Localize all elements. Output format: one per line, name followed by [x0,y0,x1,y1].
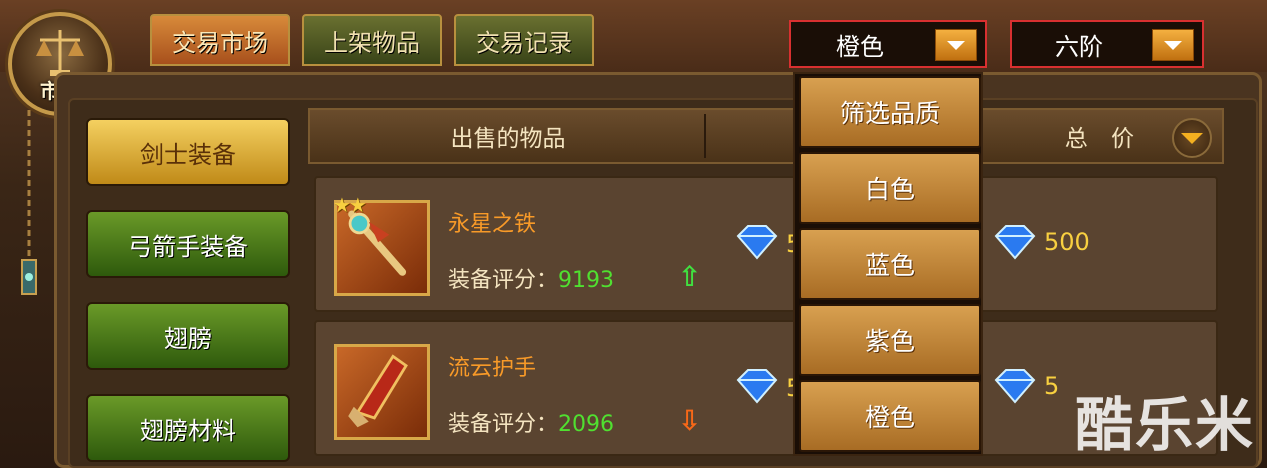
quality-option-blue[interactable]: 蓝色 [799,228,981,300]
arrow-down-icon: ⇩ [678,404,702,437]
item-score-value: 9193 [558,268,615,293]
category-swordsman-gear[interactable]: 剑士装备 [86,118,290,186]
tab-trade-market[interactable]: 交易市场 [150,14,290,66]
item-score: 装备评分：2096 [448,406,614,438]
column-divider [704,114,706,158]
quality-dropdown[interactable]: 橙色 [789,20,987,68]
diamond-icon [994,225,1036,260]
quality-option-filter[interactable]: 筛选品质 [799,76,981,148]
quality-option-white[interactable]: 白色 [799,152,981,224]
item-score-label: 装备评分： [448,268,559,293]
column-header-total: 总 价 [1064,126,1142,152]
chevron-down-icon[interactable] [935,29,977,61]
diamond-icon [736,369,778,404]
diamond-icon [994,369,1036,404]
quality-option-orange[interactable]: 橙色 [799,380,981,452]
item-score-value: 2096 [558,412,615,437]
tab-list-items[interactable]: 上架物品 [302,14,442,66]
item-name: 永星之铁 [448,212,537,237]
item-slot[interactable]: ★★ [333,193,430,296]
category-wing-materials[interactable]: 翅膀材料 [86,394,290,462]
tier-dropdown-value: 六阶 [1055,32,1103,61]
chevron-down-icon[interactable] [1152,29,1194,61]
category-wings[interactable]: 翅膀 [86,302,290,370]
arrow-up-icon: ⇧ [678,260,702,293]
item-score-label: 装备评分： [448,412,559,437]
quality-dropdown-value: 橙色 [836,32,884,61]
tab-trade-history[interactable]: 交易记录 [454,14,594,66]
column-header-items: 出售的物品 [450,126,566,152]
item-score: 装备评分：9193 [448,262,614,294]
total-price: 500 [1044,228,1090,256]
item-slot[interactable] [334,344,430,440]
total-price: 5 [1044,372,1060,400]
star-rating-icon: ★★ [333,193,367,217]
category-archer-gear[interactable]: 弓箭手装备 [86,210,290,278]
quality-dropdown-menu: 筛选品质 白色 蓝色 紫色 橙色 [793,72,983,456]
sort-toggle-button[interactable] [1172,118,1212,158]
watermark: 酷乐米 [1074,391,1255,459]
tier-dropdown[interactable]: 六阶 [1010,20,1204,68]
quality-option-purple[interactable]: 紫色 [799,304,981,376]
diamond-icon [736,225,778,260]
gauntlet-icon [348,354,408,428]
table-row[interactable]: ★★ 永星之铁 装备评分：9193 ⇧ 5 500 [314,176,1218,312]
item-name: 流云护手 [448,356,537,381]
table-header: 出售的物品 总 价 [308,108,1224,164]
side-chain-ornament [21,110,37,295]
